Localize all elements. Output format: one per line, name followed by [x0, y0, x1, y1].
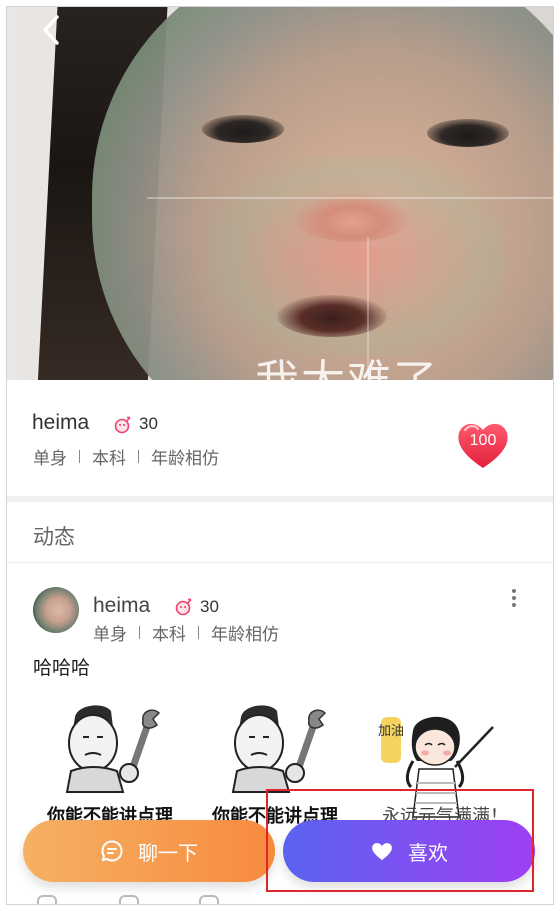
compatibility-score: 100 — [455, 418, 511, 470]
chat-bubble-icon — [101, 840, 123, 862]
tag-marital: 单身 — [33, 449, 67, 468]
profile-tags: 单身 本科 年龄相仿 — [33, 444, 219, 469]
post-author-age: 30 — [200, 597, 219, 616]
heart-icon — [372, 843, 392, 860]
section-divider — [7, 562, 553, 563]
like-button-label: 喜欢 — [408, 842, 448, 865]
profile-name: heima — [32, 411, 90, 434]
cover-photo: 我太难了 — [7, 7, 553, 380]
avatar[interactable] — [33, 587, 79, 633]
section-divider — [7, 496, 553, 502]
tag-divider — [138, 450, 139, 463]
profile-detail-screen: 我太难了 heima 30 单身 本科 年龄相仿 — [6, 6, 554, 905]
like-icon[interactable] — [199, 895, 219, 904]
chat-button[interactable]: 聊一下 — [23, 820, 275, 882]
score-value: 100 — [469, 432, 497, 449]
more-options-button[interactable] — [507, 589, 521, 609]
female-icon — [114, 416, 131, 434]
female-icon — [175, 598, 192, 616]
post-author-tags: 单身 本科 年龄相仿 — [93, 620, 279, 645]
tag-education: 本科 — [152, 625, 186, 644]
back-button[interactable] — [37, 13, 65, 47]
like-button[interactable]: 喜欢 — [283, 820, 535, 882]
comment-icon[interactable] — [119, 895, 139, 904]
profile-card: heima 30 单身 本科 年龄相仿 100 — [7, 380, 553, 496]
tag-age-match: 年龄相仿 — [211, 625, 279, 644]
tag-age-match: 年龄相仿 — [151, 449, 219, 468]
tag-marital: 单身 — [93, 625, 127, 644]
chat-button-label: 聊一下 — [138, 842, 198, 865]
post-author-name: heima — [93, 594, 151, 617]
feed-section-title: 动态 — [33, 526, 75, 549]
chevron-left-icon — [43, 15, 59, 45]
cover-caption: 我太难了 — [255, 345, 439, 380]
tag-education: 本科 — [92, 449, 126, 468]
share-icon[interactable] — [37, 895, 57, 904]
tag-divider — [198, 626, 199, 639]
profile-age: 30 — [139, 414, 158, 433]
tag-divider — [79, 450, 80, 463]
tag-divider — [139, 626, 140, 639]
post-action-bar — [37, 895, 537, 904]
cheer-text: 加油 — [378, 724, 404, 739]
post-text: 哈哈哈 — [33, 658, 91, 679]
